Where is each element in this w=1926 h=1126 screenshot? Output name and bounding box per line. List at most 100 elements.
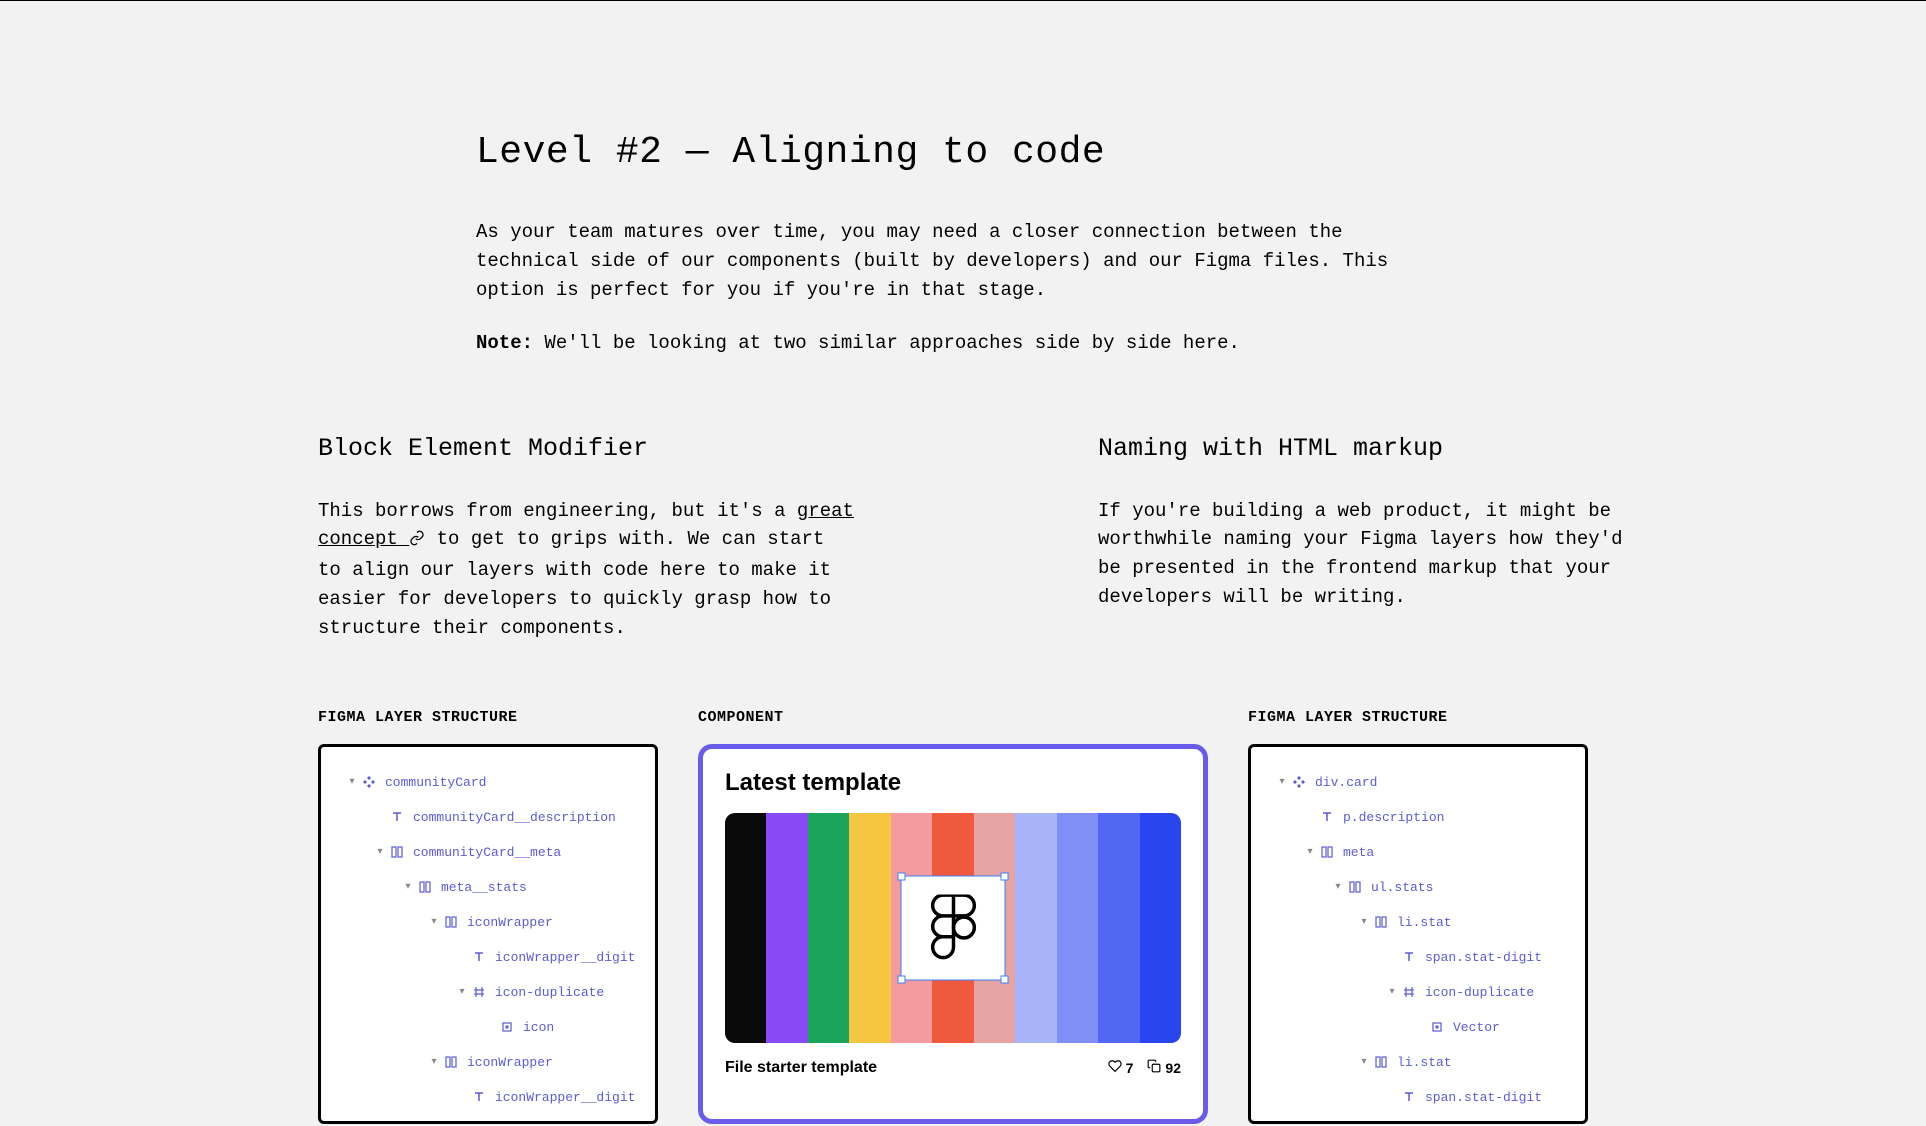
layer-row[interactable]: p.description [1259, 800, 1577, 835]
layer-row[interactable]: ▾ iconWrapper [329, 1045, 647, 1080]
text-icon [1401, 1089, 1417, 1105]
hash-icon [1401, 984, 1417, 1000]
layer-row[interactable]: iconWrapper__digit [329, 1080, 647, 1115]
layer-label: p.description [1343, 810, 1444, 825]
layer-label: Vector [1453, 1020, 1500, 1035]
layer-panel-left: ▾ communityCard communityCard__description… [318, 744, 658, 1124]
section-paragraph-bem: This borrows from engineering, but it's … [318, 497, 858, 643]
intro-note: Note: We'll be looking at two similar ap… [476, 329, 1426, 358]
layer-row[interactable]: communityCard__description [329, 800, 647, 835]
layer-label: div.card [1315, 775, 1377, 790]
page-title: Level #2 — Aligning to code [476, 131, 1426, 174]
layer-label: iconWrapper__digit [495, 950, 635, 965]
link-icon [409, 527, 425, 556]
color-stripe [725, 813, 766, 1043]
section-paragraph-html: If you're building a web product, it mig… [1098, 497, 1638, 613]
frame-icon [1347, 879, 1363, 895]
layer-row[interactable]: ▾ li.stat [1259, 905, 1577, 940]
layer-row[interactable]: iconWrapper__digit [329, 940, 647, 975]
chevron-down-icon: ▾ [1359, 916, 1369, 928]
copy-icon [1147, 1059, 1161, 1076]
heart-icon [1108, 1059, 1122, 1076]
text-icon [471, 949, 487, 965]
layer-label: icon [523, 1020, 554, 1035]
layer-row[interactable]: ▾ meta__stats [329, 870, 647, 905]
chevron-down-icon: ▾ [1277, 776, 1287, 788]
layer-label: iconWrapper [467, 1055, 553, 1070]
text-icon [471, 1089, 487, 1105]
color-stripe [1098, 813, 1139, 1043]
frame-icon [389, 844, 405, 860]
layer-row[interactable]: ▾ iconWrapper [329, 905, 647, 940]
component-icon [361, 774, 377, 790]
frame-icon [417, 879, 433, 895]
layer-label: communityCard__meta [413, 845, 561, 860]
section-heading-html: Naming with HTML markup [1098, 434, 1638, 463]
panel-label-left: FIGMA LAYER STRUCTURE [318, 709, 658, 726]
layer-row[interactable]: ▾ communityCard__meta [329, 835, 647, 870]
color-stripe [808, 813, 849, 1043]
layer-row[interactable]: ▾ icon-duplicate [1259, 975, 1577, 1010]
color-stripe [1057, 813, 1098, 1043]
text-icon [1319, 809, 1335, 825]
layer-row[interactable]: ▾ ul.stats [1259, 870, 1577, 905]
layer-row[interactable]: ▾ div.card [1259, 765, 1577, 800]
chevron-down-icon: ▾ [403, 881, 413, 893]
panel-label-component: COMPONENT [698, 709, 1208, 726]
chevron-down-icon: ▾ [457, 986, 467, 998]
layer-row[interactable]: ▾ meta [1259, 835, 1577, 870]
layer-label: ul.stats [1371, 880, 1433, 895]
chevron-down-icon: ▾ [1305, 846, 1315, 858]
layer-label: icon-duplicate [1425, 985, 1534, 1000]
frame-icon [1373, 914, 1389, 930]
component-title: Latest template [725, 769, 1181, 797]
chevron-down-icon: ▾ [347, 776, 357, 788]
color-stripe [766, 813, 807, 1043]
chevron-down-icon: ▾ [375, 846, 385, 858]
color-stripe [1015, 813, 1056, 1043]
component-card: Latest template File starter template [698, 744, 1208, 1124]
chevron-down-icon: ▾ [1359, 1056, 1369, 1068]
layer-row[interactable]: ▾ communityCard [329, 765, 647, 800]
frame-icon [443, 1054, 459, 1070]
layer-label: span.stat-digit [1425, 1090, 1542, 1105]
frame-icon [1319, 844, 1335, 860]
layer-label: iconWrapper [467, 915, 553, 930]
layer-panel-right: ▾ div.card p.description ▾ meta ▾ ul.stats ▾ li.… [1248, 744, 1588, 1124]
layer-label: icon-duplicate [495, 985, 604, 1000]
layer-label: meta__stats [441, 880, 527, 895]
vector-icon [499, 1019, 515, 1035]
layer-row[interactable]: span.stat-digit [1259, 940, 1577, 975]
figma-logo-selection [901, 875, 1006, 980]
layer-row[interactable]: ▾ icon-duplicate [329, 975, 647, 1010]
frame-icon [443, 914, 459, 930]
layer-label: span.stat-digit [1425, 950, 1542, 965]
chevron-down-icon: ▾ [1333, 881, 1343, 893]
vector-icon [1429, 1019, 1445, 1035]
layer-row[interactable]: Vector [1259, 1010, 1577, 1045]
chevron-down-icon: ▾ [1387, 986, 1397, 998]
text-icon [1401, 949, 1417, 965]
layer-label: meta [1343, 845, 1374, 860]
chevron-down-icon: ▾ [429, 916, 439, 928]
color-stripe [849, 813, 890, 1043]
layer-label: communityCard [385, 775, 486, 790]
layer-row[interactable]: icon [329, 1010, 647, 1045]
chevron-down-icon: ▾ [429, 1056, 439, 1068]
layer-label: communityCard__description [413, 810, 616, 825]
text-icon [389, 809, 405, 825]
likes-stat: 7 [1108, 1059, 1134, 1076]
hash-icon [471, 984, 487, 1000]
component-icon [1291, 774, 1307, 790]
layer-label: li.stat [1397, 915, 1452, 930]
copies-stat: 92 [1147, 1059, 1181, 1076]
frame-icon [1373, 1054, 1389, 1070]
card-name: File starter template [725, 1059, 877, 1077]
layer-row[interactable]: ▾ li.stat [1259, 1045, 1577, 1080]
color-stripe [1140, 813, 1181, 1043]
layer-label: li.stat [1397, 1055, 1452, 1070]
figma-logo-icon [930, 895, 976, 961]
layer-row[interactable]: span.stat-digit [1259, 1080, 1577, 1115]
section-heading-bem: Block Element Modifier [318, 434, 858, 463]
panel-label-right: FIGMA LAYER STRUCTURE [1248, 709, 1588, 726]
